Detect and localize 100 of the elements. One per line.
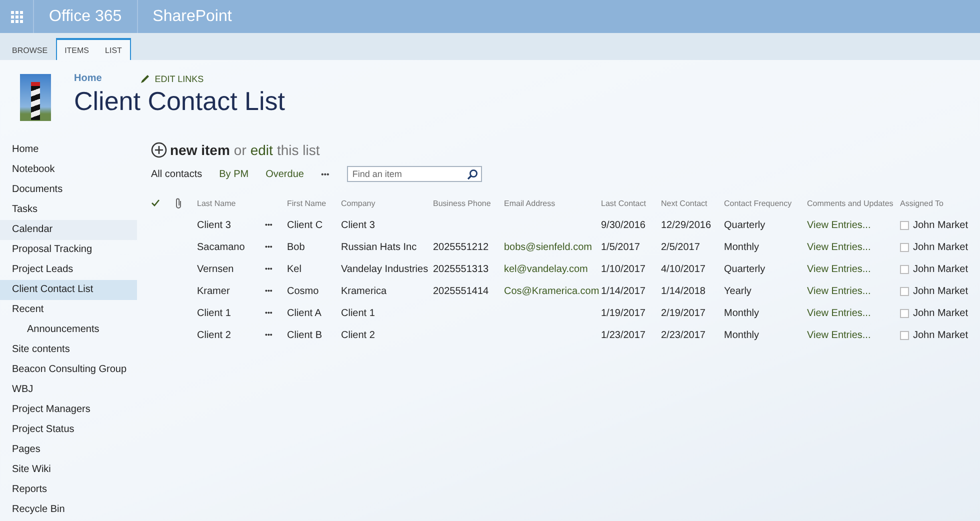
person-link[interactable]: John Market bbox=[913, 308, 968, 318]
view-entries-link[interactable]: View Entries... bbox=[807, 286, 871, 296]
sidebar-item[interactable]: Announcements bbox=[0, 320, 137, 340]
table-cell-text: 9/30/2016 bbox=[601, 220, 646, 230]
ribbon-tab[interactable]: ITEMS bbox=[56, 38, 98, 60]
email-link[interactable]: Cos@Kramerica.com bbox=[504, 286, 600, 296]
checkmark-icon[interactable] bbox=[151, 199, 160, 207]
column-header[interactable]: Assigned To bbox=[900, 198, 980, 208]
sidebar-item[interactable]: Recent bbox=[0, 300, 137, 320]
person-link[interactable]: John Market bbox=[913, 220, 968, 230]
table-cell-text: 2/19/2017 bbox=[661, 308, 706, 318]
sidebar-item[interactable]: Recycle Bin bbox=[0, 500, 137, 520]
sidebar-item[interactable]: Documents bbox=[0, 180, 137, 200]
ribbon-tab[interactable]: BROWSE bbox=[4, 38, 56, 60]
column-header[interactable]: First Name bbox=[287, 198, 341, 208]
table-cell-text: Bob bbox=[287, 242, 306, 252]
sidebar-item[interactable]: Notebook bbox=[0, 160, 137, 180]
column-header[interactable]: Company bbox=[341, 198, 433, 208]
table-cell-text: Client 2 bbox=[341, 330, 376, 340]
grid-icon bbox=[10, 10, 22, 22]
sidebar-item[interactable]: Client Contact List bbox=[0, 280, 137, 300]
column-header[interactable]: Last Name bbox=[197, 198, 265, 208]
table-cell-text: Client 1 bbox=[341, 308, 376, 318]
column-header[interactable]: Contact Frequency bbox=[724, 198, 807, 208]
table-cell-text: Monthly bbox=[724, 330, 760, 340]
presence-checkbox[interactable] bbox=[900, 308, 909, 318]
table-cell-text: Client A bbox=[287, 308, 322, 318]
search-field[interactable]: Find an item bbox=[347, 166, 482, 182]
view-tab[interactable]: All contacts bbox=[151, 168, 202, 180]
view-entries-link[interactable]: View Entries... bbox=[807, 220, 871, 230]
table-cell-text: Monthly bbox=[724, 308, 760, 318]
edit-links-link[interactable]: EDIT LINKS bbox=[140, 74, 204, 84]
table-cell-text: Client C bbox=[287, 220, 324, 230]
column-header[interactable]: Last Contact bbox=[601, 198, 661, 208]
sidebar-item[interactable]: Proposal Tracking bbox=[0, 240, 137, 260]
table-cell-text: 2025551414 bbox=[433, 286, 490, 296]
sidebar-item[interactable]: WBJ bbox=[0, 380, 137, 400]
sidebar-item[interactable]: Reports bbox=[0, 480, 137, 500]
search-icon bbox=[467, 169, 478, 180]
view-entries-link[interactable]: View Entries... bbox=[807, 242, 871, 252]
sidebar-item[interactable]: Calendar bbox=[0, 220, 137, 240]
presence-checkbox[interactable] bbox=[900, 242, 909, 252]
table-cell-text: Quarterly bbox=[724, 220, 766, 230]
page-title: Client Contact List bbox=[74, 86, 285, 117]
person-link[interactable]: John Market bbox=[913, 264, 968, 274]
column-header[interactable]: Business Phone bbox=[433, 198, 504, 208]
table-cell-text: 1/14/2017 bbox=[601, 286, 646, 296]
table-cell-text: Kramer bbox=[197, 286, 231, 296]
or-text: or bbox=[234, 142, 246, 158]
column-header[interactable]: Email Address bbox=[504, 198, 601, 208]
ribbon-tab[interactable]: LIST bbox=[97, 38, 131, 60]
table-cell-text: Vernsen bbox=[197, 264, 235, 274]
presence-checkbox[interactable] bbox=[900, 220, 909, 230]
table-cell-text: Client 3 bbox=[197, 220, 232, 230]
sidebar-item[interactable]: Project Managers bbox=[0, 400, 137, 420]
table-cell-text: Kramerica bbox=[341, 286, 388, 296]
presence-checkbox[interactable] bbox=[900, 286, 909, 296]
view-entries-link[interactable]: View Entries... bbox=[807, 308, 871, 318]
table-cell-text: 1/5/2017 bbox=[601, 242, 641, 252]
column-header[interactable]: Next Contact bbox=[661, 198, 724, 208]
view-tab[interactable]: By PM bbox=[219, 168, 249, 180]
table-cell-text: 2025551212 bbox=[433, 242, 490, 252]
sidebar-item[interactable]: Home bbox=[0, 140, 137, 160]
table-cell-text: Sacamano bbox=[197, 242, 246, 252]
view-tab[interactable]: Overdue bbox=[266, 168, 304, 180]
sidebar-item[interactable]: Tasks bbox=[0, 200, 137, 220]
pencil-icon bbox=[140, 74, 150, 84]
person-link[interactable]: John Market bbox=[913, 242, 968, 252]
more-views-button[interactable]: ••• bbox=[320, 170, 330, 178]
sidebar-item[interactable]: Beacon Consulting Group bbox=[0, 360, 137, 380]
table-cell-text: Quarterly bbox=[724, 264, 766, 274]
table-cell-text: Cosmo bbox=[287, 286, 320, 296]
table-cell-text: 1/19/2017 bbox=[601, 308, 646, 318]
edit-link[interactable]: edit bbox=[250, 142, 273, 158]
paperclip-icon bbox=[175, 197, 182, 209]
table-cell-text: 1/10/2017 bbox=[601, 264, 646, 274]
person-link[interactable]: John Market bbox=[913, 286, 968, 296]
presence-checkbox[interactable] bbox=[900, 330, 909, 340]
sidebar-item[interactable]: Site contents bbox=[0, 340, 137, 360]
person-link[interactable]: John Market bbox=[913, 330, 968, 340]
table-cell-text: Client 2 bbox=[197, 330, 232, 340]
home-link[interactable]: Home bbox=[74, 73, 102, 84]
sidebar-item[interactable]: Site Wiki bbox=[0, 460, 137, 480]
new-item-link[interactable]: new item bbox=[151, 142, 230, 158]
table-cell-text: Client 3 bbox=[341, 220, 376, 230]
email-link[interactable]: bobs@sienfeld.com bbox=[504, 242, 592, 252]
table-cell-text: 2/23/2017 bbox=[661, 330, 706, 340]
plus-circle-icon bbox=[151, 142, 167, 158]
this-list-text: this list bbox=[276, 142, 320, 158]
view-entries-link[interactable]: View Entries... bbox=[807, 330, 871, 340]
presence-checkbox[interactable] bbox=[900, 264, 909, 274]
view-entries-link[interactable]: View Entries... bbox=[807, 264, 871, 274]
email-link[interactable]: kel@vandelay.com bbox=[504, 264, 588, 274]
sidebar-item[interactable]: Project Status bbox=[0, 420, 137, 440]
table-cell-text: Monthly bbox=[724, 242, 760, 252]
table-cell-text: Vandelay Industries bbox=[341, 264, 430, 274]
sidebar-item[interactable]: Pages bbox=[0, 440, 137, 460]
column-header[interactable]: Comments and Updates bbox=[807, 198, 900, 208]
sidebar-item[interactable]: Project Leads bbox=[0, 260, 137, 280]
table-cell-text: 2/5/2017 bbox=[661, 242, 701, 252]
